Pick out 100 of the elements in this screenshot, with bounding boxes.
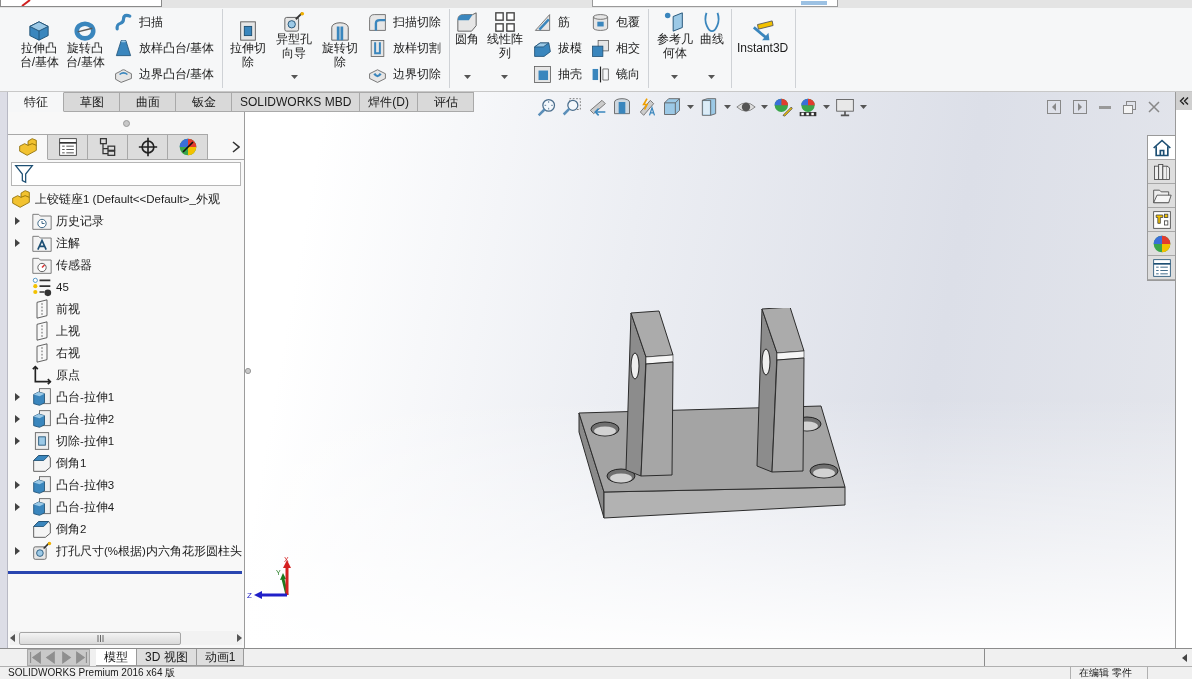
ribbon-button[interactable]: 拉伸凸台/基体 <box>17 9 62 85</box>
tree-item[interactable]: 凸台-拉伸4 <box>32 497 115 517</box>
caret-icon[interactable] <box>761 105 768 109</box>
sheet-tab[interactable]: 3D 视图 <box>137 649 197 666</box>
tree-item[interactable]: 右视 <box>32 343 80 363</box>
expander-icon[interactable] <box>14 239 20 247</box>
shaded-box-icon[interactable] <box>699 97 719 117</box>
task-pane-tab[interactable] <box>1148 160 1175 184</box>
restore-icon[interactable] <box>1123 100 1136 114</box>
expander-icon[interactable] <box>14 503 20 511</box>
panel-tab[interactable] <box>88 134 128 160</box>
splitter-handle-icon[interactable] <box>122 119 130 127</box>
ribbon-button[interactable]: 线性阵列 <box>482 9 528 85</box>
ribbon-button[interactable]: 圆角 <box>453 9 482 85</box>
hole-wand-icon <box>283 11 306 33</box>
expander-icon[interactable] <box>14 217 20 225</box>
ribbon-button[interactable]: 拔模 <box>530 35 586 61</box>
ribbon-button[interactable]: 放样切割 <box>365 35 445 61</box>
ribbon-button[interactable]: 旋转凸台/基体 <box>62 9 108 85</box>
tree-item[interactable]: 注解 <box>32 233 80 253</box>
ribbon-button[interactable]: 旋转切除 <box>317 9 363 85</box>
tree-item[interactable]: 凸台-拉伸3 <box>32 475 115 495</box>
command-tab[interactable]: SOLIDWORKS MBD <box>232 92 361 112</box>
task-pane-tab[interactable] <box>1148 256 1175 280</box>
tree-item[interactable]: 打孔尺寸(%根据)内六角花形圆柱头 <box>32 541 242 561</box>
expander-icon[interactable] <box>14 393 20 401</box>
monitor-icon[interactable] <box>835 97 855 117</box>
splitter-handle-icon[interactable] <box>245 368 251 374</box>
horizontal-scrollbar[interactable] <box>10 631 242 645</box>
command-tab[interactable]: 焊件(D) <box>360 92 419 112</box>
tree-item[interactable]: 传感器 <box>32 255 92 275</box>
caret-icon[interactable] <box>724 105 731 109</box>
ribbon-button[interactable]: 镜向 <box>588 61 644 87</box>
ribbon-button[interactable]: 抽壳 <box>530 61 586 87</box>
section-cylinder-icon[interactable] <box>612 97 632 117</box>
command-tab[interactable]: 钣金 <box>176 92 232 112</box>
scroll-right-icon[interactable] <box>237 634 242 642</box>
task-pane-tab[interactable] <box>1148 136 1175 160</box>
tree-item[interactable]: 倒角2 <box>32 519 87 539</box>
scroll-left-icon[interactable] <box>1182 653 1187 662</box>
tree-item[interactable]: 原点 <box>32 365 80 385</box>
ribbon-button[interactable]: 筋 <box>530 9 586 35</box>
scrollbar-thumb[interactable] <box>19 631 181 645</box>
funnel-icon[interactable] <box>14 164 34 184</box>
tree-item[interactable]: 上铰链座1 (Default<<Default>_外观 <box>11 189 220 209</box>
tree-item[interactable]: 凸台-拉伸2 <box>32 409 115 429</box>
caret-icon[interactable] <box>823 105 830 109</box>
ribbon-button[interactable]: 曲线 <box>697 9 726 85</box>
caret-icon[interactable] <box>860 105 867 109</box>
command-tab[interactable]: 评估 <box>418 92 475 112</box>
chamfered-cube-icon <box>32 453 52 473</box>
chevron-right-icon[interactable] <box>232 140 240 153</box>
telescope-icon[interactable] <box>587 97 607 117</box>
tile-right-icon[interactable] <box>1073 100 1087 114</box>
ribbon-button[interactable]: 扫描切除 <box>365 9 445 35</box>
tree-item[interactable]: 凸台-拉伸1 <box>32 387 115 407</box>
tree-item[interactable]: 历史记录 <box>32 211 104 231</box>
panel-tab[interactable] <box>128 134 168 160</box>
panel-tab[interactable] <box>48 134 88 160</box>
zoom-fit-icon[interactable] <box>537 97 557 117</box>
expander-icon[interactable] <box>14 481 20 489</box>
expander-icon[interactable] <box>14 437 20 445</box>
z-axis-arrow <box>254 591 287 599</box>
filter-field[interactable] <box>11 162 241 186</box>
command-tab[interactable]: 特征 <box>8 92 64 112</box>
tile-left-icon[interactable] <box>1047 100 1061 114</box>
view-cube-icon[interactable] <box>662 97 682 117</box>
command-tab[interactable]: 曲面 <box>120 92 176 112</box>
tree-item[interactable]: 倒角1 <box>32 453 87 473</box>
ribbon-button[interactable]: 拉伸切除 <box>225 9 271 85</box>
expander-icon[interactable] <box>14 415 20 423</box>
command-tab[interactable]: 草图 <box>64 92 120 112</box>
lightning-letter-icon[interactable] <box>637 97 657 117</box>
ribbon-button[interactable]: 包覆 <box>588 9 644 35</box>
tree-item[interactable]: 45 <box>32 277 69 297</box>
ribbon-button[interactable]: 扫描 <box>110 9 217 35</box>
ribbon-button[interactable]: 参考几何体 <box>652 9 697 85</box>
ribbon-button[interactable]: 边界凸台/基体 <box>110 61 217 87</box>
ribbon-button[interactable]: 边界切除 <box>365 61 445 87</box>
zoom-area-icon[interactable] <box>562 97 582 117</box>
task-pane-tab[interactable] <box>1148 184 1175 208</box>
close-icon[interactable] <box>1148 101 1160 113</box>
ribbon-button[interactable]: 异型孔向导 <box>271 9 317 85</box>
ribbon-button[interactable]: Instant3D <box>734 9 791 85</box>
panel-tab[interactable] <box>168 134 208 160</box>
tree-item[interactable]: 切除-拉伸1 <box>32 431 115 451</box>
expander-icon[interactable] <box>14 547 20 555</box>
sheet-tab[interactable]: 动画1 <box>196 649 245 666</box>
sheet-tab[interactable]: 模型 <box>96 649 137 666</box>
ribbon-button[interactable]: 相交 <box>588 35 644 61</box>
caret-icon[interactable] <box>687 105 694 109</box>
double-chevron-icon[interactable] <box>1179 97 1189 105</box>
hollow-box-icon <box>533 64 553 84</box>
ribbon-button[interactable]: 放样凸台/基体 <box>110 35 217 61</box>
task-pane-tab[interactable] <box>1148 208 1175 232</box>
tree-item[interactable]: 上视 <box>32 321 80 341</box>
tree-item[interactable]: 前视 <box>32 299 80 319</box>
color-ball-scene-icon[interactable] <box>798 97 818 117</box>
scroll-left-icon[interactable] <box>10 634 15 642</box>
color-ball-pencil-icon[interactable] <box>773 97 793 117</box>
